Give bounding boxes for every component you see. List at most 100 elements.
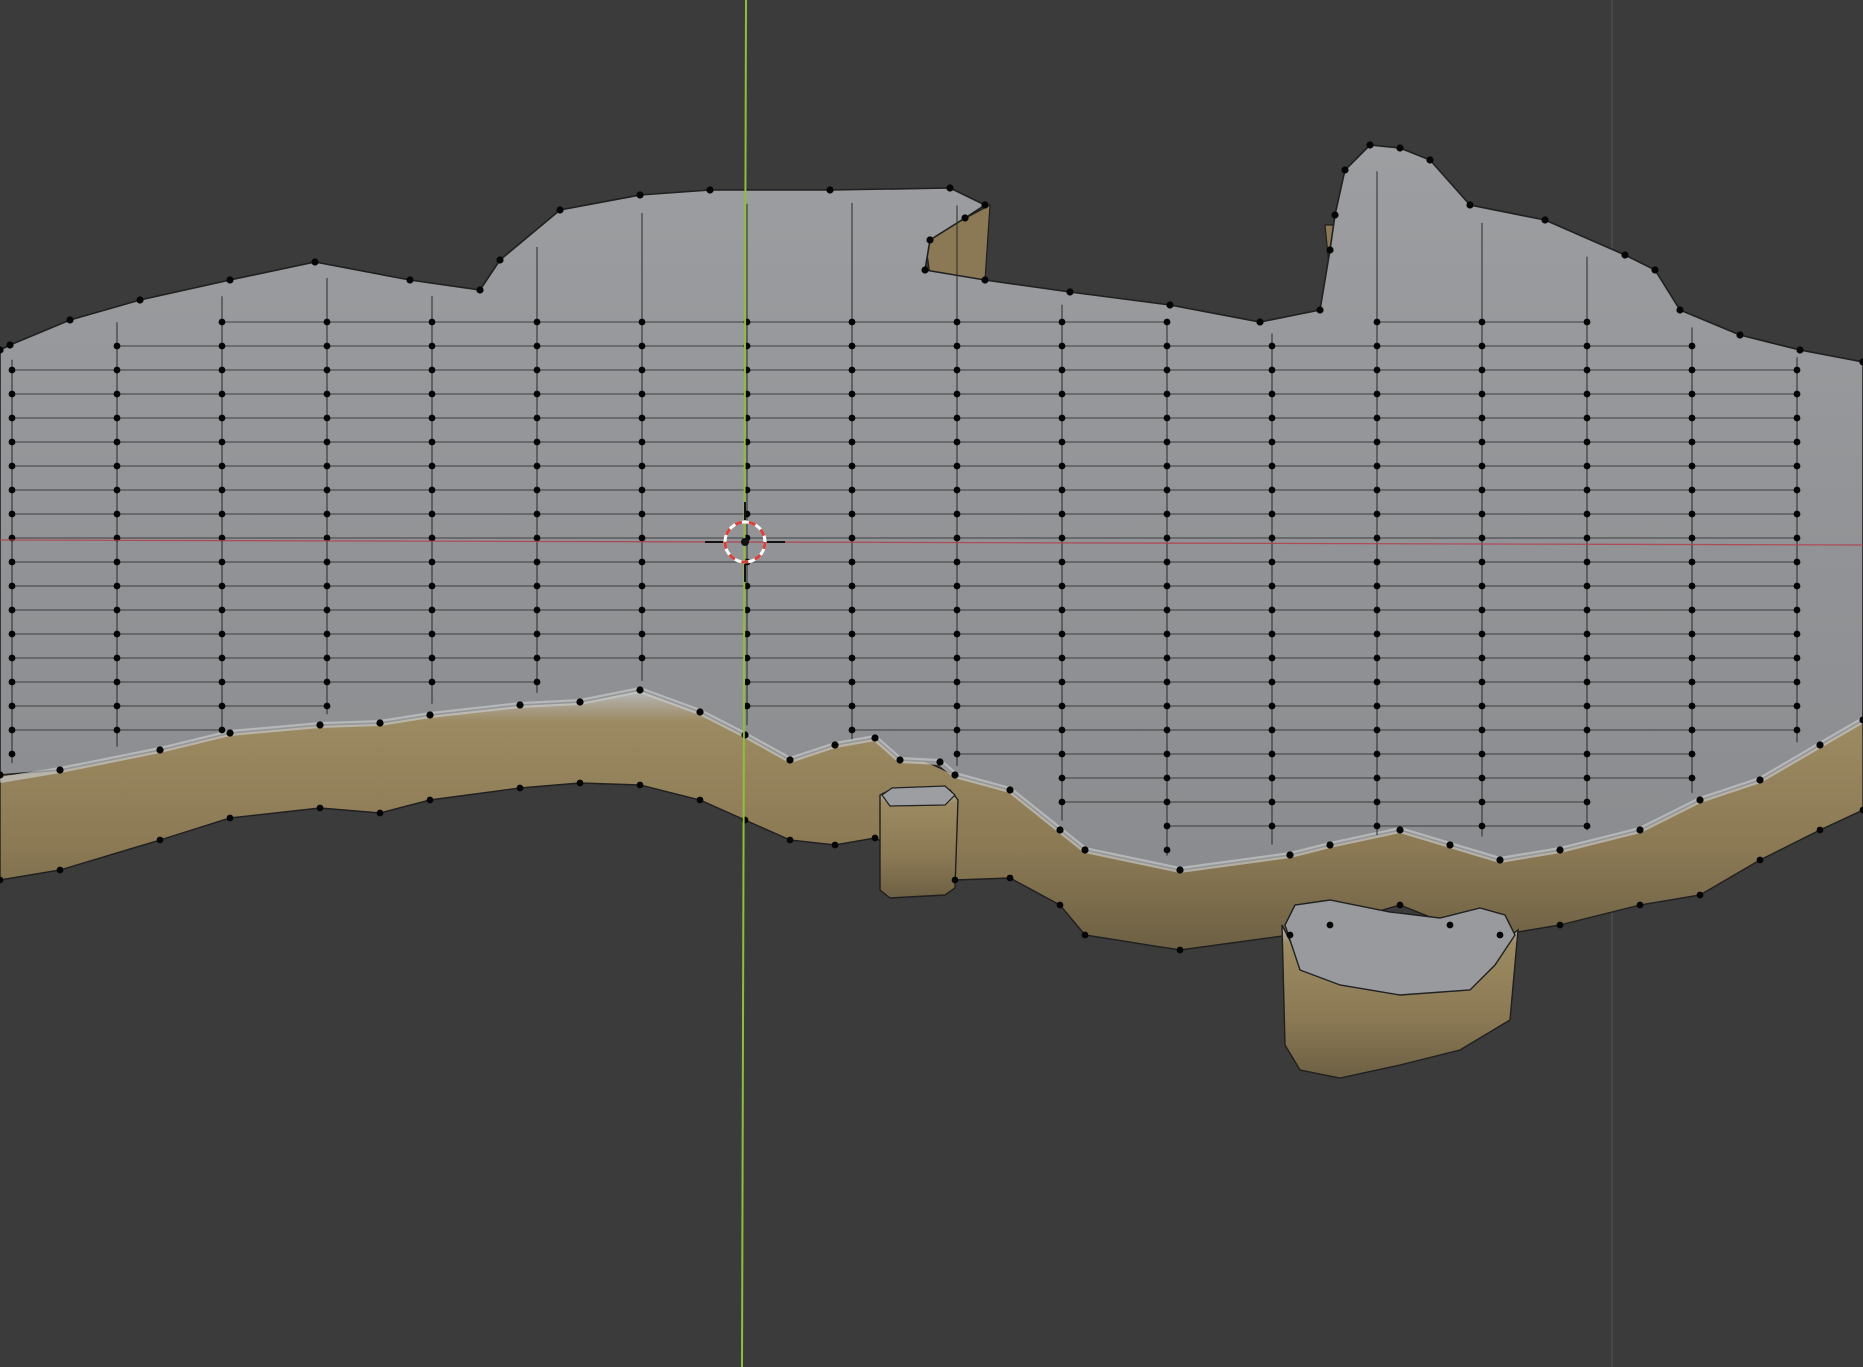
mesh-vertex[interactable] [848,390,856,398]
mesh-vertex[interactable] [951,876,959,884]
mesh-vertex[interactable] [848,366,856,374]
mesh-vertex[interactable] [428,630,436,638]
mesh-vertex[interactable] [953,462,961,470]
mesh-vertex[interactable] [496,256,504,264]
mesh-vertex[interactable] [1373,822,1381,830]
mesh-vertex[interactable] [848,462,856,470]
mesh-vertex[interactable] [1446,921,1454,929]
mesh-vertex[interactable] [1688,702,1696,710]
mesh-vertex[interactable] [1268,726,1276,734]
mesh-vertex[interactable] [1583,606,1591,614]
mesh-vertex[interactable] [1058,462,1066,470]
mesh-vertex[interactable] [218,678,226,686]
mesh-vertex[interactable] [1583,558,1591,566]
mesh-vertex[interactable] [1478,726,1486,734]
mesh-vertex[interactable] [1373,726,1381,734]
mesh-vertex[interactable] [1081,931,1089,939]
mesh-vertex[interactable] [218,462,226,470]
mesh-vertex[interactable] [1478,630,1486,638]
mesh-vertex[interactable] [1058,510,1066,518]
mesh-vertex[interactable] [1688,390,1696,398]
mesh-vertex[interactable] [1058,414,1066,422]
mesh-vertex[interactable] [946,184,954,192]
mesh-vertex[interactable] [638,558,646,566]
mesh-vertex[interactable] [428,582,436,590]
mesh-vertex[interactable] [1056,901,1064,909]
mesh-vertex[interactable] [1556,921,1564,929]
mesh-vertex[interactable] [1056,826,1064,834]
mesh-vertex[interactable] [1793,510,1801,518]
mesh-vertex[interactable] [1373,774,1381,782]
mesh-vertex[interactable] [8,414,16,422]
mesh-vertex[interactable] [1793,678,1801,686]
mesh-vertex[interactable] [323,678,331,686]
mesh-vertex[interactable] [113,726,121,734]
mesh-vertex[interactable] [1373,702,1381,710]
mesh-vertex[interactable] [428,390,436,398]
mesh-vertex[interactable] [1163,750,1171,758]
mesh-vertex[interactable] [516,701,524,709]
mesh-vertex[interactable] [1446,841,1454,849]
mesh-vertex[interactable] [961,214,969,222]
mesh-vertex[interactable] [1268,486,1276,494]
mesh-vertex[interactable] [323,390,331,398]
mesh-vertex[interactable] [1676,306,1684,314]
mesh-vertex[interactable] [1373,390,1381,398]
mesh-vertex[interactable] [1688,750,1696,758]
mesh-vertex[interactable] [953,606,961,614]
mesh-vertex[interactable] [1268,510,1276,518]
mesh-vertex[interactable] [1331,211,1339,219]
mesh-vertex[interactable] [1058,798,1066,806]
mesh-vertex[interactable] [218,702,226,710]
mesh-vertex[interactable] [113,582,121,590]
mesh-vertex[interactable] [638,582,646,590]
mesh-vertex[interactable] [1583,342,1591,350]
mesh-vertex[interactable] [848,654,856,662]
mesh-vertex[interactable] [1058,582,1066,590]
mesh-vertex[interactable] [1478,414,1486,422]
mesh-vertex[interactable] [1373,366,1381,374]
mesh-vertex[interactable] [56,766,64,774]
mesh-vertex[interactable] [1688,558,1696,566]
mesh-vertex[interactable] [1081,846,1089,854]
mesh-vertex[interactable] [1373,342,1381,350]
mesh-vertex[interactable] [1478,606,1486,614]
mesh-vertex[interactable] [1373,414,1381,422]
mesh-vertex[interactable] [1286,851,1294,859]
mesh-vertex[interactable] [533,678,541,686]
mesh-vertex[interactable] [1583,630,1591,638]
mesh-vertex[interactable] [516,784,524,792]
mesh-vertex[interactable] [576,779,584,787]
mesh-vertex[interactable] [476,286,484,294]
mesh-vertex[interactable] [1058,750,1066,758]
mesh-vertex[interactable] [218,342,226,350]
mesh-vertex[interactable] [1583,822,1591,830]
mesh-vertex[interactable] [1163,846,1171,854]
mesh-vertex[interactable] [1268,534,1276,542]
mesh-vertex[interactable] [156,746,164,754]
mesh-vertex[interactable] [226,814,234,822]
mesh-vertex[interactable] [428,486,436,494]
mesh-vertex[interactable] [1556,846,1564,854]
mesh-vertex[interactable] [953,486,961,494]
mesh-vertex[interactable] [848,438,856,446]
mesh-vertex[interactable] [533,462,541,470]
mesh-vertex[interactable] [113,678,121,686]
mesh-vertex[interactable] [1636,826,1644,834]
mesh-vertex[interactable] [8,438,16,446]
mesh-vertex[interactable] [406,276,414,284]
mesh-vertex[interactable] [696,708,704,716]
mesh-vertex[interactable] [848,630,856,638]
mesh-vertex[interactable] [428,510,436,518]
mesh-vertex[interactable] [1756,856,1764,864]
mesh-vertex[interactable] [1426,156,1434,164]
mesh-vertex[interactable] [218,726,226,734]
mesh-vertex[interactable] [1466,201,1474,209]
mesh-vertex[interactable] [56,866,64,874]
mesh-vertex[interactable] [1496,856,1504,864]
mesh-vertex[interactable] [218,390,226,398]
mesh-vertex[interactable] [1793,390,1801,398]
mesh-vertex[interactable] [981,276,989,284]
mesh-vertex[interactable] [1373,534,1381,542]
mesh-vertex[interactable] [8,510,16,518]
